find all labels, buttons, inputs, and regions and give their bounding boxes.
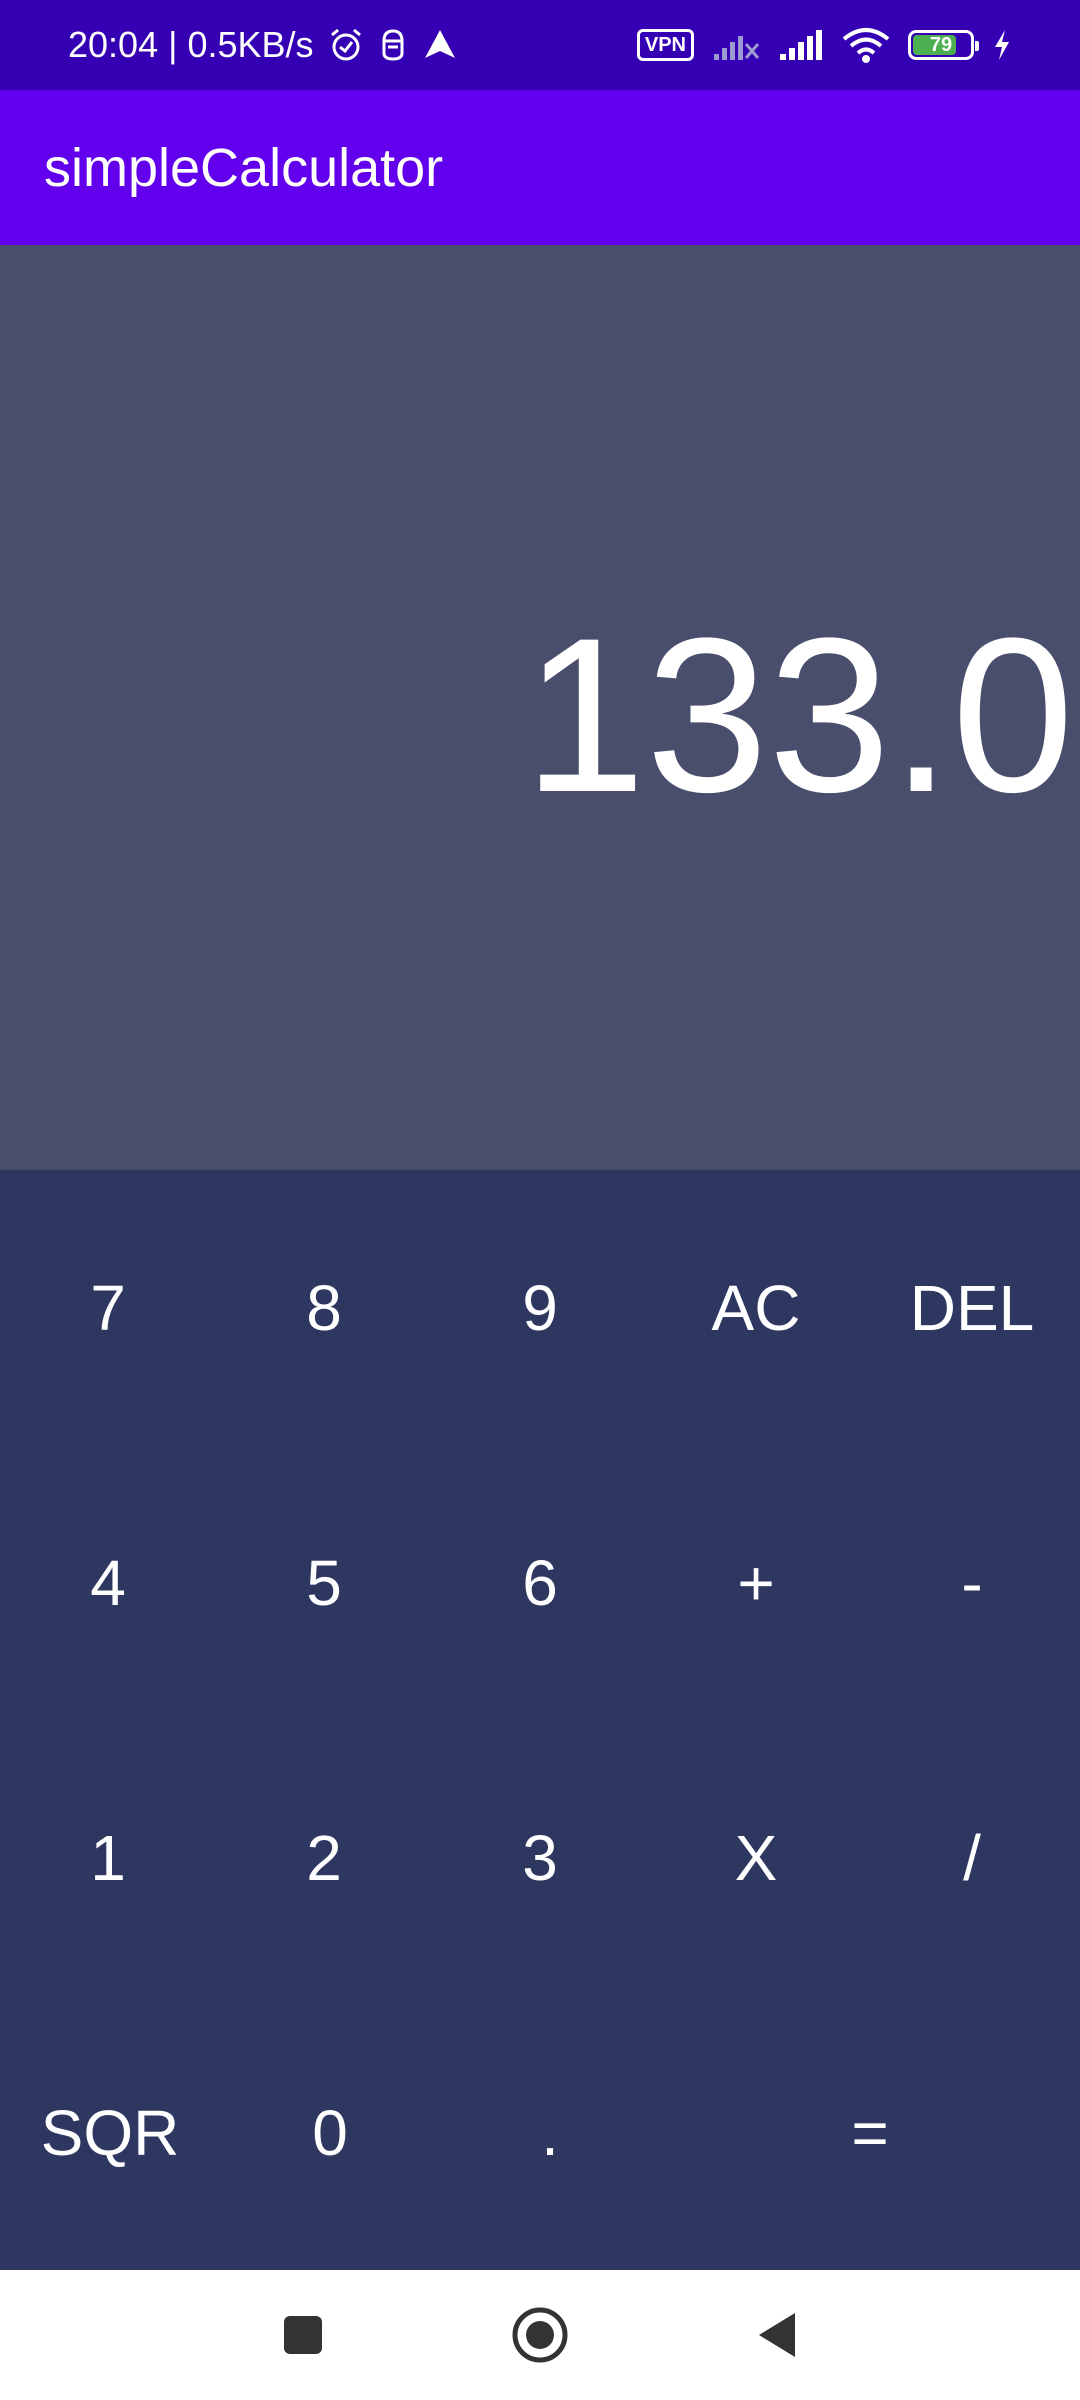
vpn-icon: VPN xyxy=(636,29,694,61)
keypad: 7 8 9 AC DEL 4 5 6 + - 1 2 3 X / SQR 0 .… xyxy=(0,1170,1080,2270)
home-icon xyxy=(512,2307,568,2363)
calculator-display: 133.0 xyxy=(0,245,1080,1170)
back-button[interactable] xyxy=(717,2270,837,2400)
battery-icon: 79 xyxy=(908,30,979,60)
key-minus[interactable]: - xyxy=(864,1445,1080,1720)
battery-cap xyxy=(975,41,979,51)
key-2[interactable]: 2 xyxy=(216,1720,432,1995)
key-decimal[interactable]: . xyxy=(440,1995,660,2270)
alarm-icon xyxy=(328,27,364,63)
hotspot-icon xyxy=(378,27,408,63)
back-icon xyxy=(759,2313,795,2357)
key-plus[interactable]: + xyxy=(648,1445,864,1720)
key-8[interactable]: 8 xyxy=(216,1170,432,1445)
key-6[interactable]: 6 xyxy=(432,1445,648,1720)
key-5[interactable]: 5 xyxy=(216,1445,432,1720)
key-0[interactable]: 0 xyxy=(220,1995,440,2270)
status-left: 20:04 | 0.5KB/s xyxy=(68,0,458,90)
battery-level: 79 xyxy=(929,33,953,56)
app-bar: simpleCalculator xyxy=(0,90,1080,245)
status-bar: 20:04 | 0.5KB/s VPN 79 xyxy=(0,0,1080,90)
charging-icon xyxy=(992,28,1012,62)
key-equals[interactable]: = xyxy=(660,1995,1080,2270)
wifi-icon xyxy=(842,27,890,63)
app-title: simpleCalculator xyxy=(44,137,444,198)
home-button[interactable] xyxy=(480,2270,600,2400)
recents-icon xyxy=(284,2316,322,2354)
display-value: 133.0 xyxy=(523,592,1074,838)
no-signal-icon xyxy=(712,28,760,62)
navigation-bar xyxy=(0,2270,1080,2400)
key-divide[interactable]: / xyxy=(864,1720,1080,1995)
signal-icon xyxy=(778,28,824,62)
status-time-speed: 20:04 | 0.5KB/s xyxy=(68,24,314,65)
key-delete[interactable]: DEL xyxy=(864,1170,1080,1445)
status-right: VPN 79 xyxy=(636,0,1012,90)
key-4[interactable]: 4 xyxy=(0,1445,216,1720)
key-1[interactable]: 1 xyxy=(0,1720,216,1995)
key-3[interactable]: 3 xyxy=(432,1720,648,1995)
key-7[interactable]: 7 xyxy=(0,1170,216,1445)
navigation-icon xyxy=(422,27,458,63)
key-square[interactable]: SQR xyxy=(0,1995,220,2270)
key-all-clear[interactable]: AC xyxy=(648,1170,864,1445)
key-multiply[interactable]: X xyxy=(648,1720,864,1995)
key-9[interactable]: 9 xyxy=(432,1170,648,1445)
recents-button[interactable] xyxy=(243,2270,363,2400)
